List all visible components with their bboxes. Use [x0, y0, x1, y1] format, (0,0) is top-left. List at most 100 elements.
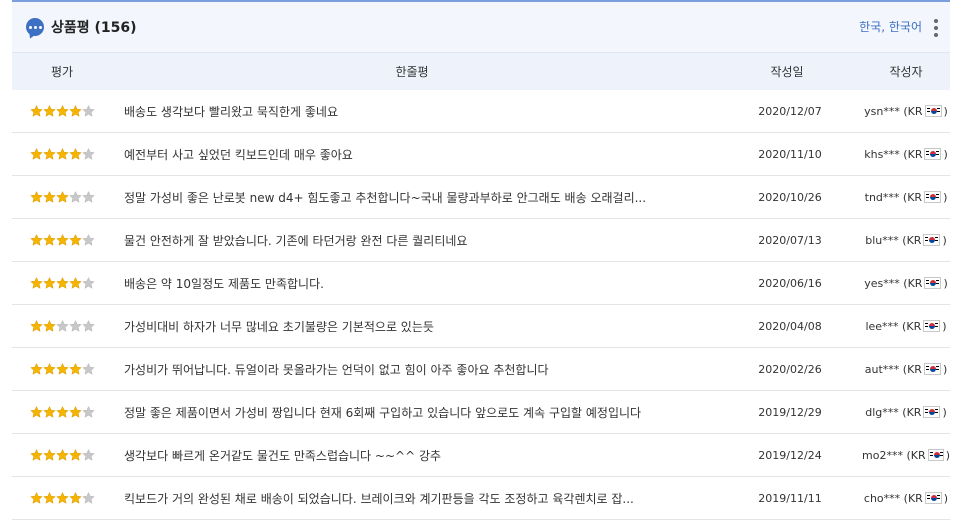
review-list: 배송도 생각보다 빨리왔고 묵직한게 좋네요 2020/12/07 ysn***… [12, 90, 950, 520]
star-filled-icon [68, 449, 82, 461]
star-filled-icon [55, 277, 69, 289]
kebab-menu-icon[interactable] [934, 19, 938, 37]
review-author: lee*** (KR) [865, 319, 947, 333]
review-author: ysn*** (KR) [864, 104, 948, 118]
review-date: 2019/12/24 [758, 448, 822, 462]
author-country: KR [907, 362, 922, 376]
star-filled-icon [68, 234, 82, 246]
table-row[interactable]: 정말 좋은 제품이면서 가성비 짱입니다 현재 6회째 구입하고 있습니다 앞으… [12, 391, 950, 434]
review-title: 상품평 (156) [51, 20, 137, 36]
star-rating [12, 105, 112, 117]
star-filled-icon [42, 105, 56, 117]
star-filled-icon [42, 363, 56, 375]
star-filled-icon [55, 148, 69, 160]
star-filled-icon [55, 406, 69, 418]
review-author: aut*** (KR) [864, 362, 948, 376]
review-date: 2020/06/16 [758, 276, 822, 290]
star-filled-icon [29, 363, 43, 375]
star-filled-icon [29, 406, 43, 418]
korea-flag-icon [924, 191, 942, 203]
table-row[interactable]: 킥보드가 거의 완성된 채로 배송이 되었습니다. 브레이크와 계기판등을 각도… [12, 477, 950, 520]
star-filled-icon [68, 105, 82, 117]
review-text[interactable]: 정말 가성비 좋은 난로봇 new d4+ 힘도좋고 추천합니다~국내 물량과부… [112, 189, 712, 206]
star-filled-icon [29, 105, 43, 117]
review-author: cho*** (KR) [863, 491, 949, 505]
table-row[interactable]: 가성비대비 하자가 너무 많네요 초기불량은 기본적으로 있는듯 2020/04… [12, 305, 950, 348]
review-date: 2020/04/08 [758, 319, 822, 333]
author-id: lee*** [865, 319, 899, 333]
star-empty-icon [81, 363, 95, 375]
star-filled-icon [68, 406, 82, 418]
review-text[interactable]: 배송은 약 10일정도 제품도 만족합니다. [112, 275, 712, 292]
review-author: dlg*** (KR) [865, 405, 947, 419]
star-filled-icon [42, 449, 56, 461]
review-text[interactable]: 정말 좋은 제품이면서 가성비 짱입니다 현재 6회째 구입하고 있습니다 앞으… [112, 404, 712, 421]
author-id: aut*** [864, 362, 900, 376]
star-empty-icon [81, 277, 95, 289]
author-id: cho*** [863, 491, 901, 505]
korea-flag-icon [927, 449, 944, 461]
star-filled-icon [42, 148, 56, 160]
star-filled-icon [55, 105, 69, 117]
table-row[interactable]: 가성비가 뛰어납니다. 듀얼이라 못올라가는 언덕이 없고 힘이 아주 좋아요 … [12, 348, 950, 391]
star-filled-icon [55, 363, 69, 375]
review-author: mo2*** (KR) [862, 448, 950, 462]
table-row[interactable]: 배송도 생각보다 빨리왔고 묵직한게 좋네요 2020/12/07 ysn***… [12, 90, 950, 133]
language-selector[interactable]: 한국, 한국어 [859, 18, 922, 35]
star-filled-icon [42, 191, 56, 203]
review-text[interactable]: 가성비대비 하자가 너무 많네요 초기불량은 기본적으로 있는듯 [112, 318, 712, 335]
star-empty-icon [81, 191, 95, 203]
review-date: 2019/11/11 [758, 491, 822, 505]
table-row[interactable]: 배송은 약 10일정도 제품도 만족합니다. 2020/06/16 yes***… [12, 262, 950, 305]
star-empty-icon [81, 234, 95, 246]
review-author: blu*** (KR) [865, 233, 947, 247]
star-filled-icon [55, 191, 69, 203]
author-id: yes*** [864, 276, 900, 290]
review-text[interactable]: 예전부터 사고 싶었던 킥보드인데 매우 좋아요 [112, 146, 712, 163]
star-rating [12, 492, 112, 504]
review-date: 2019/12/29 [758, 405, 822, 419]
review-date: 2020/02/26 [758, 362, 822, 376]
star-filled-icon [42, 492, 56, 504]
star-rating [12, 277, 112, 289]
table-row[interactable]: 정말 가성비 좋은 난로봇 new d4+ 힘도좋고 추천합니다~국내 물량과부… [12, 176, 950, 219]
author-country: KR [907, 147, 923, 161]
star-empty-icon [81, 449, 95, 461]
author-country: KR [907, 190, 923, 204]
author-country: KR [907, 276, 923, 290]
author-country: KR [906, 233, 922, 247]
korea-flag-icon [924, 277, 942, 289]
review-text[interactable]: 배송도 생각보다 빨리왔고 묵직한게 좋네요 [112, 103, 712, 120]
korea-flag-icon [923, 406, 941, 418]
star-empty-icon [81, 492, 95, 504]
korea-flag-icon [923, 234, 941, 246]
star-filled-icon [29, 191, 43, 203]
star-filled-icon [68, 277, 82, 289]
table-row[interactable]: 물건 안전하게 잘 받았습니다. 기존에 타던거랑 완전 다른 퀄리티네요 20… [12, 219, 950, 262]
review-header: 상품평 (156) 한국, 한국어 [12, 2, 950, 52]
review-date: 2020/11/10 [758, 147, 822, 161]
star-filled-icon [42, 320, 56, 332]
star-rating [12, 406, 112, 418]
review-author: tnd*** (KR) [864, 190, 948, 204]
review-text[interactable]: 물건 안전하게 잘 받았습니다. 기존에 타던거랑 완전 다른 퀄리티네요 [112, 232, 712, 249]
star-filled-icon [29, 148, 43, 160]
author-id: tnd*** [864, 190, 900, 204]
korea-flag-icon [923, 320, 941, 332]
star-empty-icon [68, 191, 82, 203]
review-panel: 상품평 (156) 한국, 한국어 평가 한줄평 작성일 작성자 배송도 생각보… [12, 0, 950, 524]
column-date: 작성일 [770, 65, 804, 79]
author-id: dlg*** [865, 405, 899, 419]
author-country: KR [906, 319, 922, 333]
review-text[interactable]: 가성비가 뛰어납니다. 듀얼이라 못올라가는 언덕이 없고 힘이 아주 좋아요 … [112, 361, 712, 378]
star-filled-icon [29, 234, 43, 246]
table-row[interactable]: 생각보다 빠르게 온거같도 물건도 만족스럽습니다 ~~^^ 강추 2019/1… [12, 434, 950, 477]
star-rating [12, 363, 112, 375]
star-filled-icon [42, 234, 56, 246]
table-row[interactable]: 예전부터 사고 싶었던 킥보드인데 매우 좋아요 2020/11/10 khs*… [12, 133, 950, 176]
review-text[interactable]: 킥보드가 거의 완성된 채로 배송이 되었습니다. 브레이크와 계기판등을 각도… [112, 490, 712, 507]
star-filled-icon [29, 277, 43, 289]
star-empty-icon [68, 320, 82, 332]
author-country: KR [910, 448, 926, 462]
review-text[interactable]: 생각보다 빠르게 온거같도 물건도 만족스럽습니다 ~~^^ 강추 [112, 447, 712, 464]
